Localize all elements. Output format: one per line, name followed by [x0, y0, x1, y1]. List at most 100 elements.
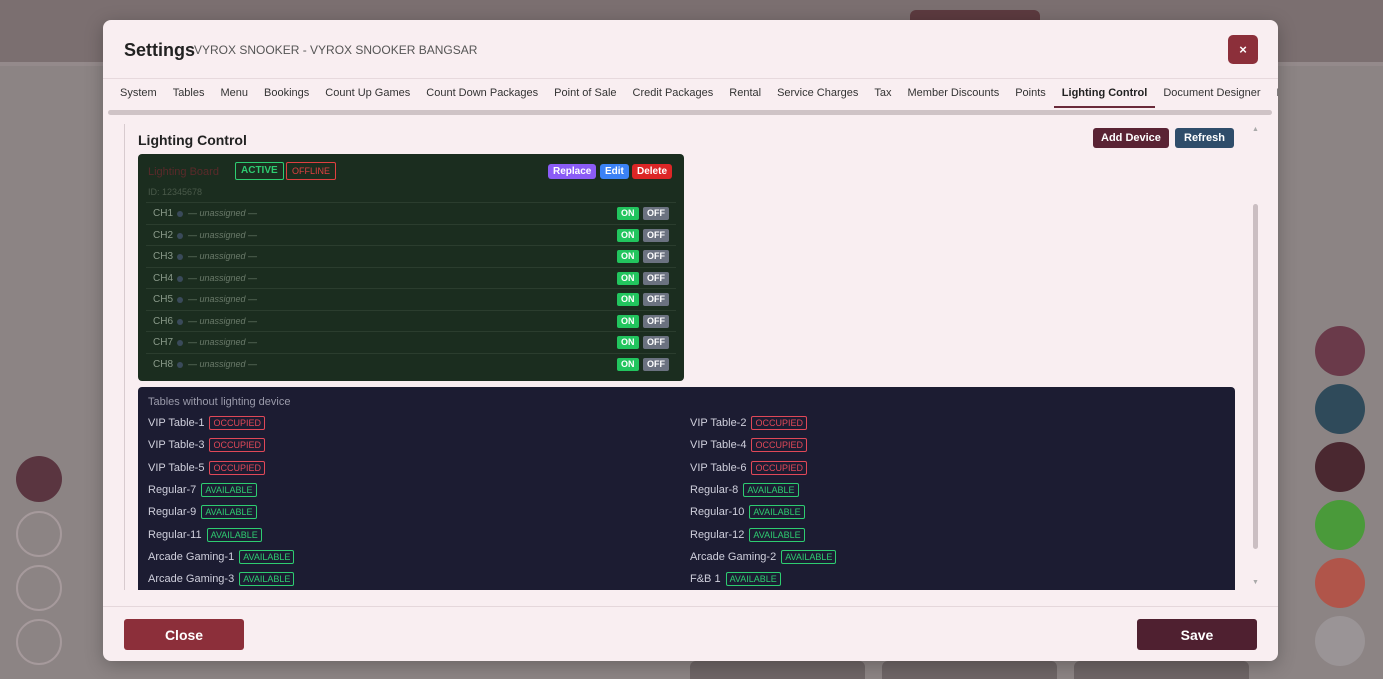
background-fab	[1315, 326, 1365, 376]
table-name: Regular-10	[690, 506, 745, 519]
scroll-down-icon[interactable]: ▼	[1252, 579, 1259, 586]
status-badge-offline: OFFLINE	[286, 162, 337, 180]
lighting-content: Lighting Control Add Device Refresh Ligh…	[124, 124, 1249, 590]
table-name: Arcade Gaming-2	[690, 550, 777, 563]
table-list-item: VIP Table-3 OCCUPIED	[148, 438, 265, 453]
channel-on-button[interactable]: ON	[617, 293, 639, 306]
channel-label: CH1	[153, 208, 174, 219]
table-status-badge: OCCUPIED	[751, 438, 807, 453]
replace-button[interactable]: Replace	[548, 164, 597, 179]
tab-credit-packages[interactable]: Credit Packages	[625, 79, 722, 108]
tab-tables[interactable]: Tables	[165, 79, 213, 108]
status-badge-active: ACTIVE	[235, 162, 284, 180]
channel-off-button[interactable]: OFF	[643, 250, 669, 263]
channel-on-button[interactable]: ON	[617, 314, 639, 328]
channel-on-button[interactable]: ON	[617, 271, 639, 285]
background-fab	[1315, 558, 1365, 608]
table-list-item: Regular-9 AVAILABLE	[148, 505, 257, 520]
tab-document-designer[interactable]: Document Designer	[1155, 79, 1268, 108]
background-card	[882, 661, 1057, 679]
table-list-item: Arcade Gaming-3 AVAILABLE	[148, 572, 295, 587]
background-outline-circle	[16, 565, 62, 611]
tab-count-up-games[interactable]: Count Up Games	[317, 79, 418, 108]
modal-title: Settings	[124, 40, 196, 60]
channel-off-button[interactable]: OFF	[643, 336, 669, 349]
table-list-item: Regular-7 AVAILABLE	[148, 482, 257, 497]
table-status-badge: AVAILABLE	[749, 505, 805, 520]
channel-on-button[interactable]: ON	[617, 357, 639, 371]
background-outline-circle	[16, 511, 62, 557]
channel-on-button[interactable]: ON	[617, 336, 639, 349]
table-list-item: Arcade Gaming-1 AVAILABLE	[148, 549, 295, 564]
channel-status-dot-icon	[177, 211, 183, 217]
tab-printers[interactable]: Printers	[1269, 79, 1278, 108]
table-status-badge: OCCUPIED	[209, 416, 265, 430]
background-fab	[1315, 616, 1365, 666]
background-card	[1074, 661, 1249, 679]
channel-off-button[interactable]: OFF	[643, 293, 669, 306]
background-outline-circle	[16, 619, 62, 665]
delete-button[interactable]: Delete	[632, 164, 673, 179]
scrollbar-thumb[interactable]	[1253, 204, 1258, 549]
channel-row: CH7 — unassigned — ON OFF	[146, 331, 676, 353]
channel-row: CH4 — unassigned — ON OFF	[146, 266, 676, 289]
table-status-badge: AVAILABLE	[725, 572, 781, 587]
add-device-button[interactable]: Add Device	[1093, 128, 1169, 148]
table-name: Regular-12	[690, 528, 745, 541]
table-list-item: Regular-11 AVAILABLE	[148, 527, 262, 542]
channel-row: CH3 — unassigned — ON OFF	[146, 245, 676, 267]
table-name: Regular-9	[148, 506, 197, 519]
channel-status-dot-icon	[177, 275, 183, 282]
tab-service-charges[interactable]: Service Charges	[769, 79, 866, 108]
tab-lighting-control[interactable]: Lighting Control	[1053, 79, 1156, 108]
channel-off-button[interactable]: OFF	[643, 271, 669, 285]
channel-off-button[interactable]: OFF	[643, 228, 669, 242]
channel-on-button[interactable]: ON	[617, 228, 639, 242]
table-name: VIP Table-3	[148, 439, 205, 452]
channel-label: CH3	[153, 251, 174, 262]
background-fab	[1315, 442, 1365, 492]
channel-assignment: — unassigned —	[188, 251, 258, 261]
tables-panel-title: Tables without lighting device	[148, 396, 291, 408]
tab-rental[interactable]: Rental	[721, 79, 769, 108]
close-icon[interactable]: ×	[1228, 35, 1258, 64]
scroll-up-icon[interactable]: ▲	[1252, 126, 1259, 133]
channel-on-button[interactable]: ON	[617, 250, 639, 263]
channel-row: CH1 — unassigned — ON OFF	[146, 202, 676, 224]
tab-bookings[interactable]: Bookings	[256, 79, 317, 108]
channel-assignment: — unassigned —	[188, 208, 258, 218]
close-button[interactable]: Close	[124, 619, 244, 650]
tab-points[interactable]: Points	[1007, 79, 1054, 108]
channel-assignment: — unassigned —	[188, 358, 258, 369]
tab-member-discounts[interactable]: Member Discounts	[900, 79, 1008, 108]
channel-off-button[interactable]: OFF	[643, 357, 669, 371]
modal-subtitle: VYROX SNOOKER - VYROX SNOOKER BANGSAR	[194, 43, 478, 57]
table-name: Regular-11	[148, 528, 202, 541]
channel-status-dot-icon	[177, 232, 183, 239]
tab-count-down-packages[interactable]: Count Down Packages	[418, 79, 546, 108]
table-list-item: F&B 1 AVAILABLE	[690, 572, 781, 587]
save-button[interactable]: Save	[1137, 619, 1257, 650]
settings-tabs: System Tables Menu Bookings Count Up Games Co…	[103, 78, 1278, 108]
channel-off-button[interactable]: OFF	[643, 207, 669, 220]
channel-on-button[interactable]: ON	[617, 207, 639, 220]
table-list-item: Regular-8 AVAILABLE	[690, 482, 799, 497]
channel-status-dot-icon	[177, 361, 183, 368]
tabs-scrollbar[interactable]	[108, 110, 1272, 115]
tab-system[interactable]: System	[112, 79, 165, 108]
edit-button[interactable]: Edit	[600, 164, 629, 179]
content-scrollbar[interactable]: ▲ ▼	[1250, 124, 1262, 590]
channel-row: CH5 — unassigned — ON OFF	[146, 288, 676, 310]
channel-status-dot-icon	[177, 340, 183, 346]
table-status-badge: OCCUPIED	[751, 460, 807, 475]
tab-point-of-sale[interactable]: Point of Sale	[546, 79, 624, 108]
channel-row: CH8 — unassigned — ON OFF	[146, 352, 676, 375]
table-status-badge: AVAILABLE	[749, 527, 805, 542]
refresh-button[interactable]: Refresh	[1175, 128, 1234, 148]
channel-off-button[interactable]: OFF	[643, 314, 669, 328]
channel-assignment: — unassigned —	[188, 272, 258, 283]
tab-tax[interactable]: Tax	[866, 79, 899, 108]
table-status-badge: OCCUPIED	[209, 438, 265, 453]
tab-menu[interactable]: Menu	[212, 79, 256, 108]
settings-modal: Settings VYROX SNOOKER - VYROX SNOOKER B…	[103, 20, 1278, 661]
